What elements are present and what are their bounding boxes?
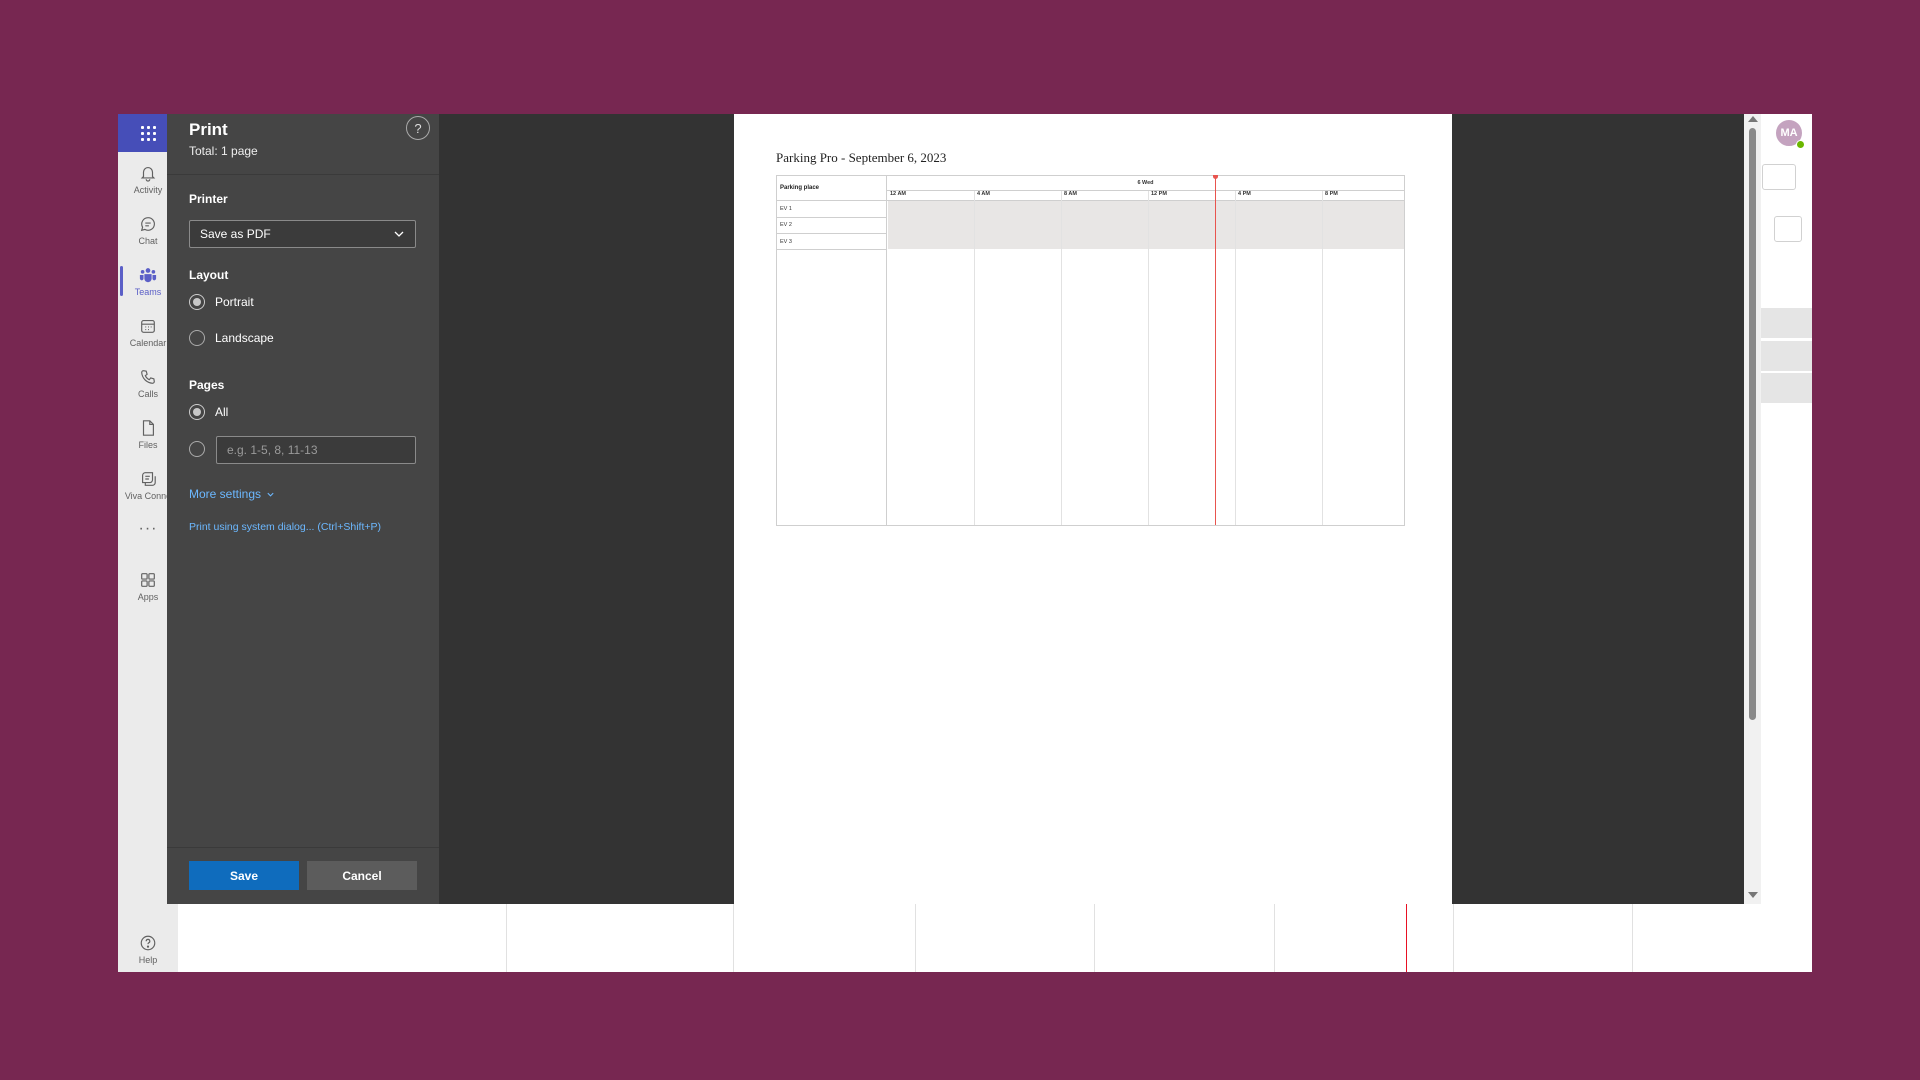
pages-range-input[interactable] — [216, 436, 416, 464]
pages-label: Pages — [189, 378, 225, 392]
background-grid-line — [915, 904, 916, 972]
time-tick: 4 PM — [1238, 191, 1251, 197]
layout-label: Layout — [189, 268, 229, 282]
divider — [777, 233, 887, 234]
rail-item-label: Teams — [134, 286, 162, 297]
apps-icon — [141, 572, 155, 587]
radio-landscape[interactable] — [189, 330, 205, 346]
help-button[interactable]: ? — [406, 116, 430, 140]
waffle-icon — [140, 125, 156, 141]
background-row — [1758, 308, 1812, 338]
pages-custom-option[interactable] — [189, 441, 215, 457]
row-label: EV 3 — [780, 239, 792, 245]
dialog-title: Print — [189, 120, 228, 139]
divider — [167, 847, 439, 848]
rail-item-label: Apps — [137, 591, 159, 602]
scrollbar-thumb[interactable] — [1749, 128, 1756, 720]
scroll-down-arrow-icon[interactable] — [1748, 892, 1758, 898]
phone-icon — [141, 369, 155, 384]
rail-item-help[interactable]: Help — [118, 934, 178, 965]
presence-status-icon — [1796, 140, 1805, 149]
divider — [777, 217, 887, 218]
background-panel — [1758, 114, 1812, 972]
background-current-time-line — [1406, 904, 1407, 972]
rail-item-label: Help — [138, 955, 158, 965]
chevron-down-icon — [394, 231, 404, 237]
background-dropdown — [1762, 164, 1796, 190]
file-icon — [142, 419, 154, 436]
rail-item-label: Files — [138, 439, 158, 450]
print-preview-page: Parking Pro - September 6, 2023 Parking … — [734, 114, 1452, 904]
radio-portrait[interactable] — [189, 294, 205, 310]
background-grid-line — [1453, 904, 1454, 972]
radio-custom-pages[interactable] — [189, 441, 205, 457]
print-settings-panel: Print Total: 1 page ? Printer Save as PD… — [167, 114, 439, 904]
portrait-label: Portrait — [215, 295, 254, 309]
background-grid-line — [506, 904, 507, 972]
background-grid-line — [1274, 904, 1275, 972]
printer-select[interactable]: Save as PDF — [189, 220, 416, 248]
print-dialog: Print Total: 1 page ? Printer Save as PD… — [167, 114, 1761, 904]
background-grid-line — [1094, 904, 1095, 972]
printer-value: Save as PDF — [200, 227, 271, 241]
rail-item-label: Activity — [133, 184, 163, 195]
time-grid-line — [1061, 191, 1062, 525]
radio-all-pages[interactable] — [189, 404, 205, 420]
row-label: EV 1 — [780, 206, 792, 212]
date-header: 6 Wed — [1137, 180, 1154, 186]
preview-title: Parking Pro - September 6, 2023 — [776, 150, 947, 165]
viva-icon — [142, 471, 156, 486]
divider — [167, 174, 439, 175]
column-header: Parking place — [780, 185, 820, 191]
time-tick: 4 AM — [977, 191, 990, 197]
current-time-line — [1215, 176, 1216, 525]
bell-icon — [140, 166, 156, 182]
calendar-icon — [141, 319, 155, 333]
scroll-up-arrow-icon[interactable] — [1748, 116, 1758, 122]
time-tick: 8 PM — [1325, 191, 1338, 197]
row-label: EV 2 — [780, 222, 792, 228]
more-settings-label: More settings — [189, 487, 262, 501]
background-grid-line — [1632, 904, 1633, 972]
divider — [777, 249, 887, 250]
time-grid-line — [974, 191, 975, 525]
more-settings-link[interactable]: More settings — [189, 487, 275, 501]
rail-item-label: Calendar — [129, 337, 167, 348]
printer-label: Printer — [189, 192, 228, 206]
chat-icon — [140, 216, 155, 231]
background-row — [1758, 341, 1812, 371]
divider — [777, 200, 887, 201]
time-tick: 12 PM — [1151, 191, 1167, 197]
rail-item-label: Viva Conne — [124, 490, 172, 501]
pages-all-option[interactable]: All — [189, 404, 228, 420]
time-grid-line — [1148, 191, 1149, 525]
save-button[interactable]: Save — [189, 861, 299, 890]
background-calendar-strip — [178, 904, 1812, 972]
system-dialog-link[interactable]: Print using system dialog... (Ctrl+Shift… — [189, 521, 381, 533]
chevron-down-icon — [267, 492, 274, 497]
time-tick: 12 AM — [890, 191, 906, 197]
schedule-grid: Parking place EV 1 EV 2 EV 3 6 Wed 12 AM… — [776, 175, 1405, 526]
rail-item-label: Calls — [137, 388, 158, 399]
background-info-button — [1774, 216, 1802, 242]
parking-place-column: Parking place EV 1 EV 2 EV 3 — [777, 176, 887, 525]
occupied-band — [888, 201, 1404, 249]
help-icon — [140, 935, 156, 951]
page-count: Total: 1 page — [189, 144, 258, 158]
layout-portrait-option[interactable]: Portrait — [189, 294, 254, 310]
time-grid-line — [1322, 191, 1323, 525]
time-tick: 8 AM — [1064, 191, 1077, 197]
teams-icon — [139, 267, 157, 282]
landscape-label: Landscape — [215, 331, 274, 345]
cancel-button[interactable]: Cancel — [307, 861, 417, 890]
all-pages-label: All — [215, 405, 229, 419]
background-row — [1758, 373, 1812, 403]
preview-scrollbar[interactable] — [1744, 114, 1761, 904]
layout-landscape-option[interactable]: Landscape — [189, 330, 274, 346]
background-grid-line — [733, 904, 734, 972]
time-grid-line — [1235, 191, 1236, 525]
rail-item-label: Chat — [138, 235, 158, 246]
